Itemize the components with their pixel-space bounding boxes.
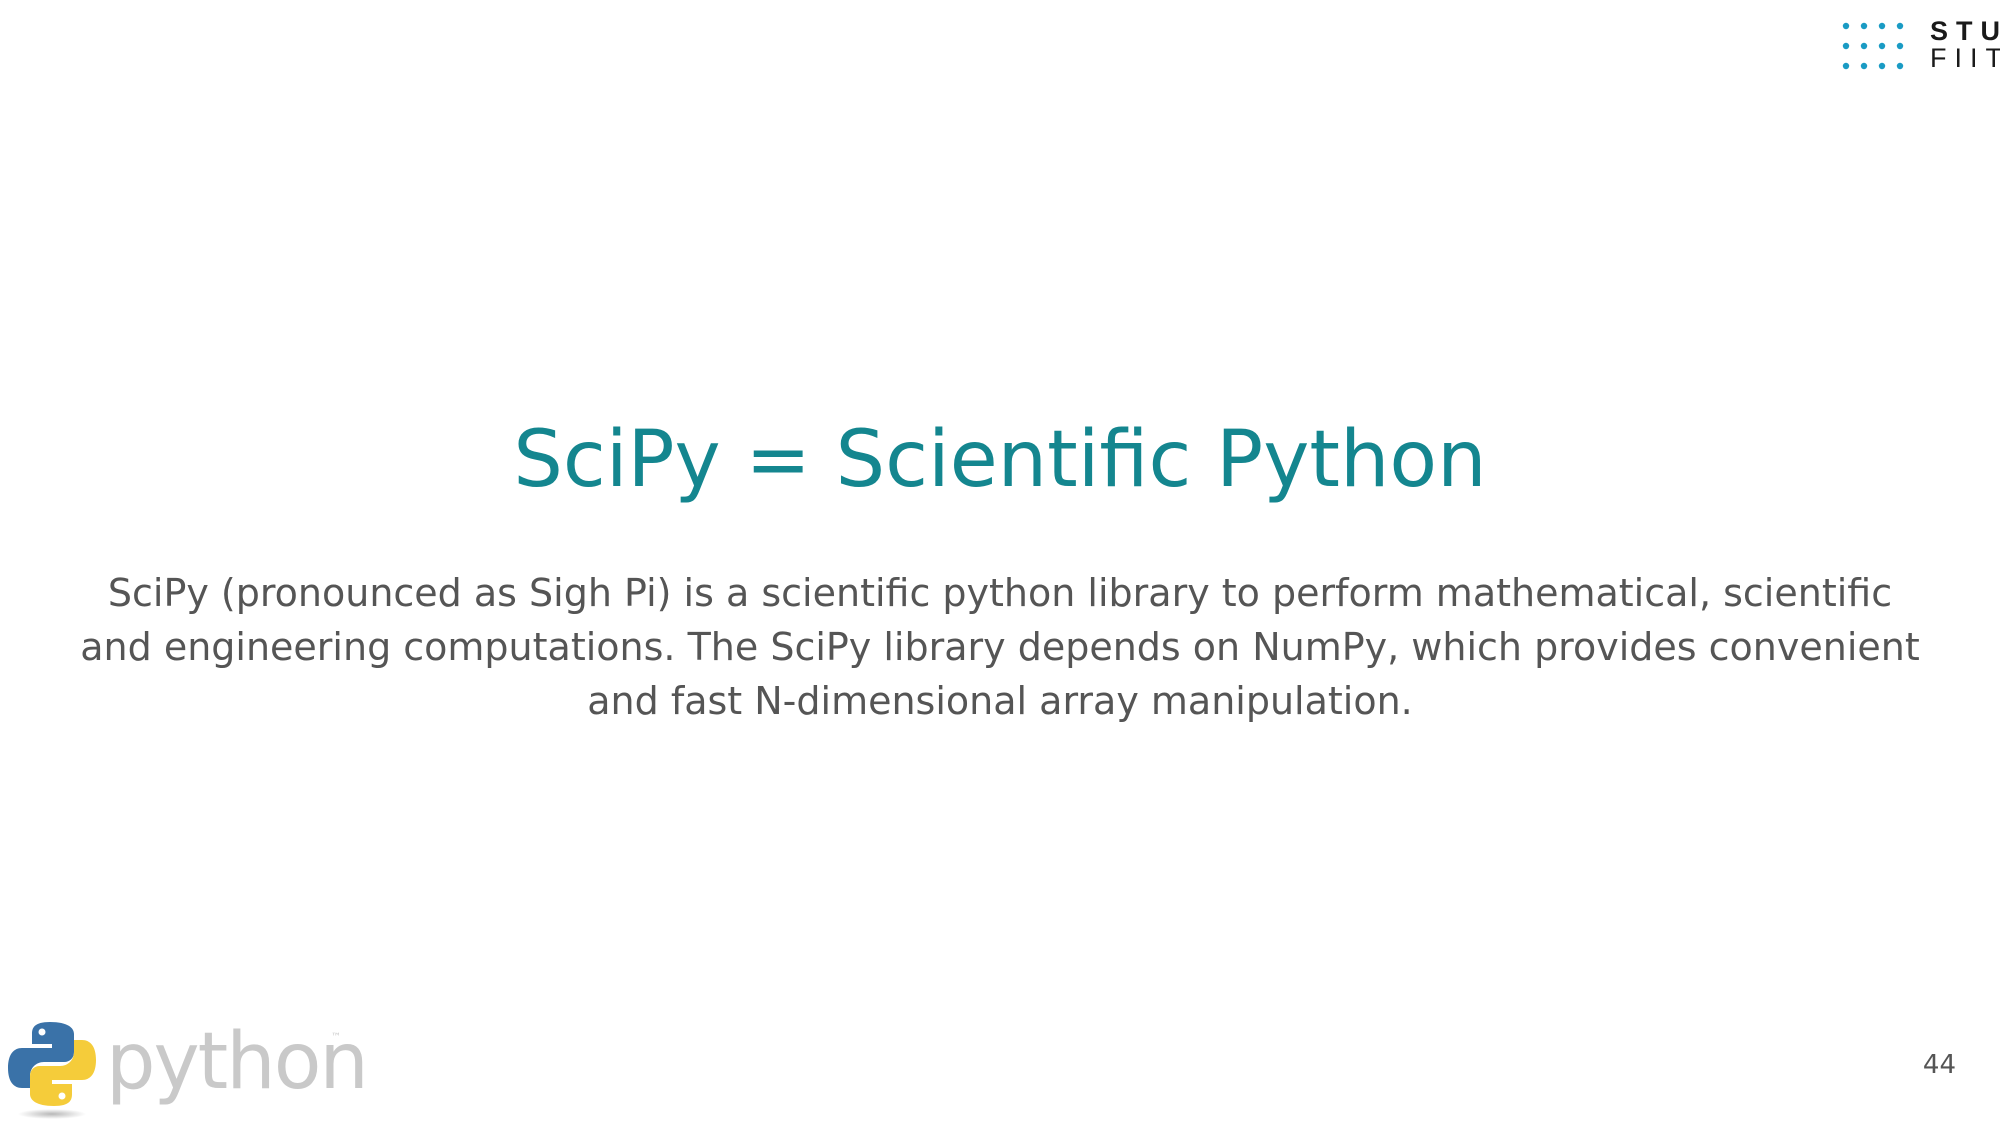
- slide-body-text: SciPy (pronounced as Sigh Pi) is a scien…: [80, 571, 1920, 723]
- python-logo-icon: [8, 1022, 96, 1119]
- stu-fiit-wordmark: STU FIIT: [1930, 18, 2000, 72]
- python-wordmark: python: [106, 1017, 369, 1107]
- logo-line-fiit: FIIT: [1930, 43, 2000, 73]
- python-logo: python ™: [6, 1017, 369, 1122]
- stu-dots-icon: [1842, 22, 1904, 70]
- page-number: 44: [1922, 1050, 1956, 1080]
- slide-title: SciPy = Scientific Python: [513, 415, 1487, 505]
- python-trademark: ™: [331, 1032, 341, 1043]
- logo-line-stu: STU: [1930, 16, 2000, 46]
- stu-fiit-logo: STU FIIT: [1840, 18, 2000, 74]
- slide: STU FIIT SciPy = Scientific Python SciPy…: [0, 0, 2000, 1125]
